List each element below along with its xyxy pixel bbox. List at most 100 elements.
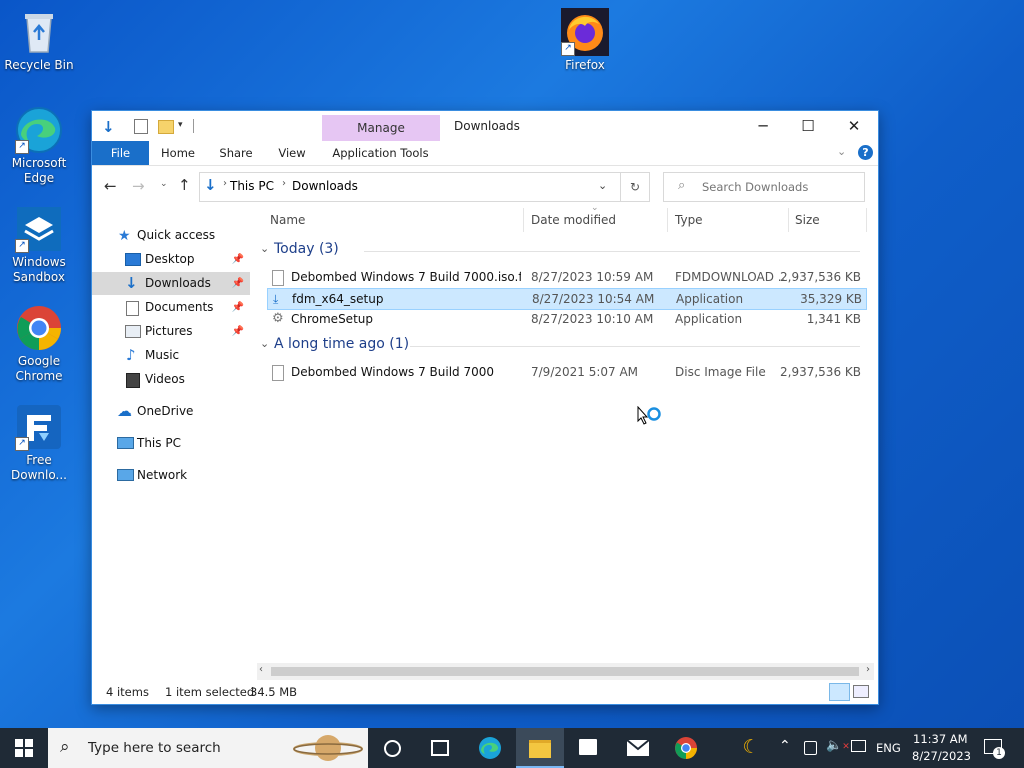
desktop-icon-recycle-bin[interactable]: Recycle Bin <box>1 8 77 73</box>
setup-gear-icon: ⚙ <box>272 311 284 326</box>
downloads-icon: ↓ <box>125 274 138 292</box>
group-divider <box>410 346 860 347</box>
item-count: 4 items <box>106 685 149 699</box>
taskbar-chrome[interactable] <box>662 728 710 768</box>
column-header-date-modified[interactable]: Date modified <box>531 213 616 227</box>
maximize-button[interactable]: ☐ <box>785 111 831 141</box>
downloads-folder-icon: ↓ <box>204 176 217 194</box>
table-row[interactable]: ⤓ fdm_x64_setup 8/27/2023 10:54 AM Appli… <box>267 288 867 310</box>
tab-share[interactable]: Share <box>212 141 260 165</box>
nav-this-pc[interactable]: This PC <box>92 432 250 455</box>
breadcrumb-separator-icon[interactable]: › <box>282 178 286 189</box>
breadcrumb-separator-icon[interactable]: › <box>223 178 227 189</box>
column-header-size[interactable]: Size <box>795 213 820 227</box>
taskbar-store[interactable] <box>564 728 612 768</box>
customize-toolbar-dropdown-icon[interactable]: ▾ <box>178 120 183 130</box>
table-row[interactable]: Debombed Windows 7 Build 7000.iso.fd... … <box>267 267 865 287</box>
help-icon[interactable]: ? <box>858 145 873 160</box>
task-view-button[interactable] <box>416 728 464 768</box>
horizontal-scrollbar[interactable]: ‹ › <box>257 663 874 680</box>
nav-downloads[interactable]: ↓ Downloads 📌 <box>92 272 250 295</box>
tab-application-tools[interactable]: Application Tools <box>328 141 433 165</box>
up-button[interactable]: ↑ <box>178 176 191 194</box>
scrollbar-thumb[interactable] <box>271 667 859 676</box>
group-header-a-long-time-ago[interactable]: ⌄ A long time ago (1) <box>260 335 860 357</box>
group-header-today[interactable]: ⌄ Today (3) <box>260 240 860 262</box>
taskbar-file-explorer[interactable] <box>516 728 564 768</box>
night-light-button[interactable]: ☾ <box>727 728 775 768</box>
nav-documents[interactable]: Documents 📌 <box>92 296 250 319</box>
start-button[interactable] <box>0 728 48 768</box>
search-input[interactable] <box>700 177 859 197</box>
nav-videos[interactable]: Videos <box>92 368 250 391</box>
nav-music[interactable]: ♪ Music <box>92 344 250 367</box>
pin-icon[interactable]: 📌 <box>232 320 244 343</box>
tab-home[interactable]: Home <box>154 141 202 165</box>
properties-icon[interactable] <box>134 119 148 134</box>
breadcrumb-downloads[interactable]: Downloads <box>292 179 358 193</box>
column-separator <box>788 208 789 232</box>
refresh-button[interactable]: ↻ <box>620 172 650 202</box>
tab-file[interactable]: File <box>92 141 149 165</box>
search-box[interactable]: ⌕ <box>663 172 865 202</box>
pin-icon[interactable]: 📌 <box>232 296 244 319</box>
nav-onedrive[interactable]: ☁ OneDrive <box>92 400 250 423</box>
collapse-chevron-icon[interactable]: ⌄ <box>260 337 269 350</box>
clock-date[interactable]: 8/27/2023 <box>912 749 971 763</box>
quick-download-icon[interactable]: ↓ <box>102 118 115 136</box>
nav-desktop[interactable]: Desktop 📌 <box>92 248 250 271</box>
device-icon[interactable] <box>804 741 817 755</box>
large-icons-view-icon[interactable] <box>853 685 869 698</box>
new-folder-icon[interactable] <box>158 120 174 134</box>
recent-locations-dropdown-icon[interactable]: ⌄ <box>160 179 168 189</box>
desktop-icon-edge[interactable]: ↗ Microsoft Edge <box>1 106 77 186</box>
tab-view[interactable]: View <box>268 141 316 165</box>
forward-button[interactable]: → <box>132 177 145 195</box>
volume-muted-icon[interactable]: 🔈✕ <box>826 738 850 753</box>
scroll-right-icon[interactable]: › <box>866 664 870 675</box>
scroll-left-icon[interactable]: ‹ <box>259 664 263 675</box>
clock-time[interactable]: 11:37 AM <box>913 732 968 746</box>
pin-icon[interactable]: 📌 <box>232 248 244 271</box>
table-row[interactable]: Debombed Windows 7 Build 7000 7/9/2021 5… <box>267 362 865 382</box>
file-list: Name ⌄ Date modified Type Size ⌄ Today (… <box>260 203 870 666</box>
nav-label: Videos <box>145 372 185 386</box>
minimize-button[interactable]: ─ <box>740 111 786 141</box>
details-view-icon[interactable] <box>829 683 850 701</box>
close-button[interactable]: ✕ <box>831 111 877 141</box>
language-indicator[interactable]: ENG <box>876 741 901 755</box>
back-button[interactable]: ← <box>104 177 117 195</box>
nav-pictures[interactable]: Pictures 📌 <box>92 320 250 343</box>
nav-quick-access[interactable]: ★ Quick access <box>92 224 250 247</box>
column-header-name[interactable]: Name <box>270 213 305 227</box>
file-size: 2,937,536 KB <box>780 270 861 284</box>
breadcrumb-this-pc[interactable]: This PC <box>230 179 274 193</box>
sort-indicator-icon: ⌄ <box>591 203 599 213</box>
status-bar: 4 items 1 item selected 34.5 MB <box>92 681 878 703</box>
nav-label: Quick access <box>137 228 216 242</box>
table-row[interactable]: ⚙ ChromeSetup 8/27/2023 10:10 AM Applica… <box>267 309 865 329</box>
manage-tab[interactable]: Manage <box>322 115 440 141</box>
ribbon-tabs: File Home Share View Application Tools ⌄… <box>92 141 878 166</box>
desktop-icon-free-download-manager[interactable]: ↗ Free Downlo... <box>1 403 77 483</box>
group-divider <box>364 251 860 252</box>
desktop-icon-windows-sandbox[interactable]: ↗ Windows Sandbox <box>1 205 77 285</box>
network-icon[interactable] <box>851 740 866 752</box>
cortana-button[interactable] <box>368 728 416 768</box>
taskbar-search-box[interactable]: ⌕ Type here to search <box>48 728 368 768</box>
show-hidden-icons-chevron-icon[interactable]: ⌃ <box>779 738 791 754</box>
address-dropdown-icon[interactable]: ⌄ <box>598 179 607 192</box>
pin-icon[interactable]: 📌 <box>232 272 244 295</box>
desktop-icon-chrome[interactable]: Google Chrome <box>1 304 77 384</box>
title-bar[interactable]: ↓ ▾ Manage Downloads ─ ☐ ✕ <box>92 111 878 141</box>
column-header-type[interactable]: Type <box>675 213 703 227</box>
taskbar-edge[interactable] <box>466 728 514 768</box>
taskbar-mail[interactable] <box>614 728 662 768</box>
desktop-icon-firefox[interactable]: ↗ Firefox <box>547 8 623 73</box>
collapse-chevron-icon[interactable]: ⌄ <box>260 242 269 255</box>
address-bar[interactable]: ↓ › This PC › Downloads ⌄ <box>199 172 621 202</box>
nav-network[interactable]: Network <box>92 464 250 487</box>
firefox-icon: ↗ <box>561 8 609 56</box>
expand-ribbon-chevron-icon[interactable]: ⌄ <box>837 145 846 158</box>
taskbar-search-placeholder: Type here to search <box>88 740 221 756</box>
